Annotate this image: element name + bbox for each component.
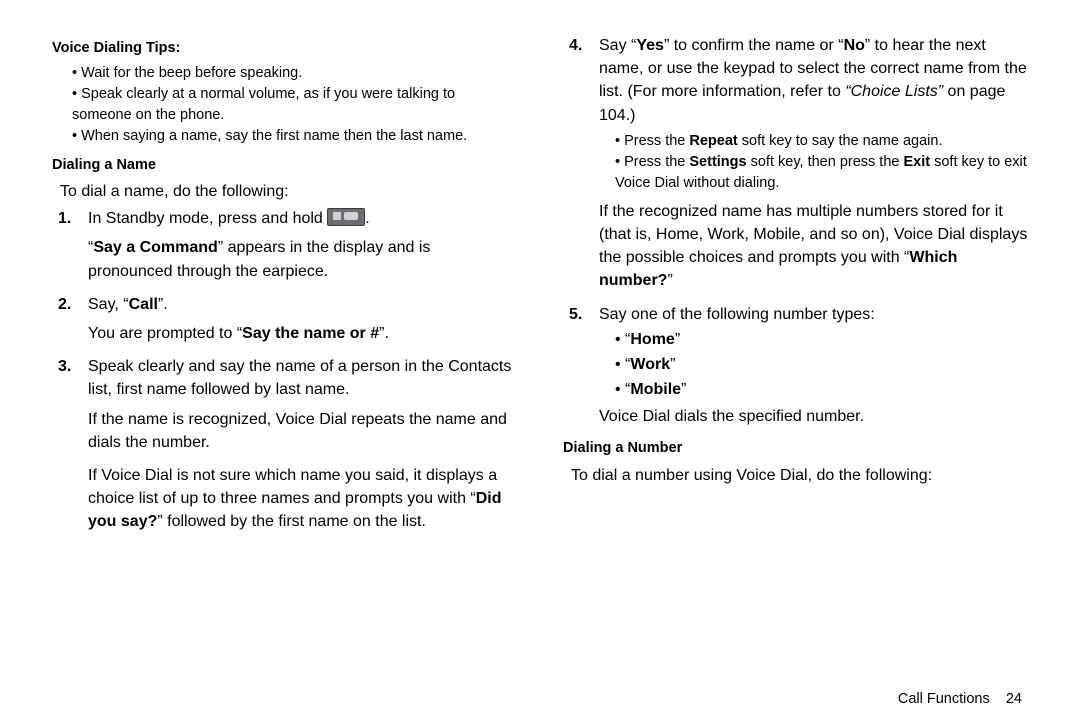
steps-list-right: 4. Say “Yes” to confirm the name or “No”… [563, 34, 1028, 428]
step-3-para-2: If Voice Dial is not sure which name you… [88, 464, 517, 534]
tips-list: Wait for the beep before speaking. Speak… [52, 63, 517, 147]
footer-page-number: 24 [1006, 691, 1022, 707]
option-work: “Work” [615, 353, 1028, 376]
right-column: 4. Say “Yes” to confirm the name or “No”… [563, 30, 1028, 679]
step-2-para: You are prompted to “Say the name or #”. [88, 322, 517, 345]
step-2: 2. Say, “Call”. You are prompted to “Say… [88, 293, 517, 345]
step-5: 5. Say one of the following number types… [599, 303, 1028, 429]
tip-item: Speak clearly at a normal volume, as if … [72, 84, 517, 126]
heading-dialing-a-name: Dialing a Name [52, 155, 517, 176]
step-1-para: “Say a Command” appears in the display a… [88, 236, 517, 282]
dialing-number-intro: To dial a number using Voice Dial, do th… [571, 464, 1028, 487]
step-4-sublist: Press the Repeat soft key to say the nam… [599, 131, 1028, 194]
option-home: “Home” [615, 328, 1028, 351]
steps-list-left: 1. In Standby mode, press and hold . “Sa… [52, 207, 517, 533]
step-3-para-1: If the name is recognized, Voice Dial re… [88, 408, 517, 454]
standby-key-icon [327, 208, 365, 226]
step-3: 3. Speak clearly and say the name of a p… [88, 355, 517, 533]
dialing-name-intro: To dial a name, do the following: [60, 180, 517, 203]
page-footer: Call Functions 24 [52, 689, 1028, 710]
step-1-text-end: . [365, 210, 369, 227]
step-3-text: Speak clearly and say the name of a pers… [88, 358, 511, 398]
option-mobile: “Mobile” [615, 378, 1028, 401]
left-column: Voice Dialing Tips: Wait for the beep be… [52, 30, 517, 679]
step-5-post: Voice Dial dials the specified number. [599, 405, 1028, 428]
step-4-para: If the recognized name has multiple numb… [599, 200, 1028, 293]
heading-dialing-a-number: Dialing a Number [563, 438, 1028, 459]
sub-item-settings-exit: Press the Settings soft key, then press … [615, 152, 1028, 194]
sub-item-repeat: Press the Repeat soft key to say the nam… [615, 131, 1028, 152]
number-types-list: “Home” “Work” “Mobile” [599, 328, 1028, 402]
heading-voice-dialing-tips: Voice Dialing Tips: [52, 38, 517, 59]
step-1-text: In Standby mode, press and hold [88, 210, 327, 227]
step-5-text: Say one of the following number types: [599, 306, 875, 323]
step-4: 4. Say “Yes” to confirm the name or “No”… [599, 34, 1028, 293]
step-1: 1. In Standby mode, press and hold . “Sa… [88, 207, 517, 283]
tip-item: Wait for the beep before speaking. [72, 63, 517, 84]
tip-item: When saying a name, say the first name t… [72, 126, 517, 147]
footer-section: Call Functions [898, 691, 990, 707]
